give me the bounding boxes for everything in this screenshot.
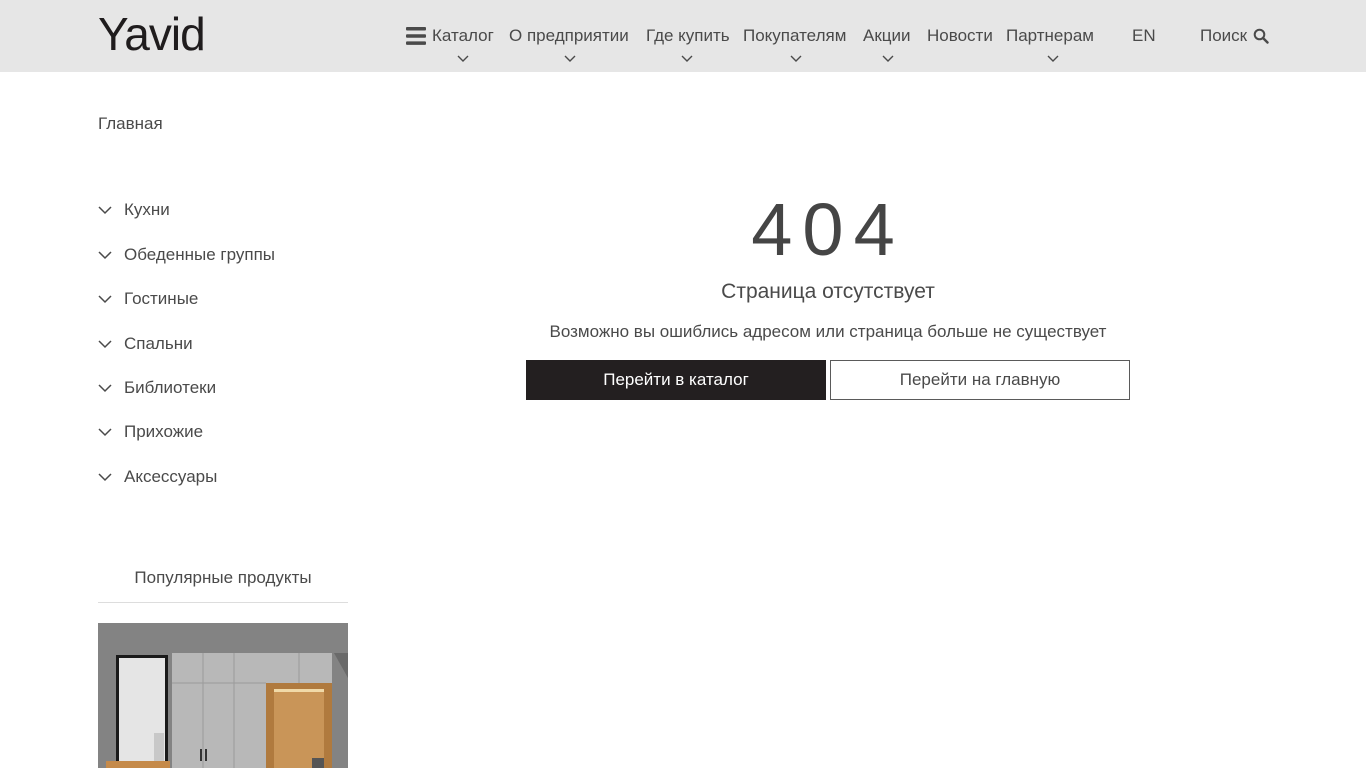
nav-customers[interactable]: Покупателям [743, 24, 846, 48]
error-code: 404 [751, 188, 905, 271]
nav-about[interactable]: О предприятии [509, 24, 629, 48]
chevron-down-icon[interactable] [564, 55, 576, 63]
sidebar-item-label: Гостиные [124, 289, 199, 308]
sidebar-item-label: Библиотеки [124, 378, 217, 397]
nav-news[interactable]: Новости [927, 24, 993, 48]
hallway-furniture-image [98, 623, 348, 768]
sidebar-item-dining-groups[interactable]: Обеденные группы [98, 243, 275, 267]
chevron-down-icon [98, 428, 112, 437]
chevron-down-icon[interactable] [681, 55, 693, 63]
chevron-down-icon[interactable] [1047, 55, 1059, 63]
popular-products-title: Популярные продукты [134, 568, 312, 587]
go-to-home-button[interactable]: Перейти на главную [830, 360, 1130, 400]
search-link[interactable]: Поиск [1200, 24, 1247, 48]
chevron-down-icon [98, 340, 112, 349]
search-icon[interactable] [1253, 28, 1269, 44]
sidebar-item-label: Кухни [124, 200, 170, 219]
breadcrumb-home[interactable]: Главная [98, 114, 163, 134]
sidebar-item-accessories[interactable]: Аксессуары [98, 465, 217, 489]
sidebar-item-libraries[interactable]: Библиотеки [98, 376, 216, 400]
sidebar-item-hallways[interactable]: Прихожие [98, 420, 203, 444]
chevron-down-icon [98, 384, 112, 393]
nav-partners[interactable]: Партнерам [1006, 24, 1094, 48]
sidebar-item-label: Спальни [124, 334, 193, 353]
sidebar-item-bedrooms[interactable]: Спальни [98, 332, 193, 356]
error-title: Страница отсутствует [721, 280, 935, 303]
sidebar-item-label: Прихожие [124, 422, 204, 441]
menu-icon[interactable] [406, 27, 426, 45]
sidebar-item-living-rooms[interactable]: Гостиные [98, 287, 198, 311]
sidebar-item-label: Обеденные группы [124, 245, 275, 264]
chevron-down-icon [98, 295, 112, 304]
sidebar-item-label: Аксессуары [124, 467, 218, 486]
go-to-catalog-button[interactable]: Перейти в каталог [526, 360, 826, 400]
site-header: Yavid Каталог О предприятии Где купить П… [0, 0, 1366, 72]
nav-catalog[interactable]: Каталог [432, 24, 494, 48]
site-logo[interactable]: Yavid [98, 8, 206, 60]
sidebar-item-kitchens[interactable]: Кухни [98, 198, 170, 222]
nav-promotions[interactable]: Акции [863, 24, 911, 48]
language-switch[interactable]: EN [1132, 24, 1156, 48]
product-image[interactable] [98, 623, 348, 768]
chevron-down-icon[interactable] [882, 55, 894, 63]
error-description: Возможно вы ошиблись адресом или страниц… [549, 322, 1107, 341]
chevron-down-icon[interactable] [790, 55, 802, 63]
nav-where-to-buy[interactable]: Где купить [646, 24, 730, 48]
chevron-down-icon [98, 251, 112, 260]
divider [98, 602, 348, 603]
chevron-down-icon [98, 473, 112, 482]
chevron-down-icon [98, 206, 112, 215]
chevron-down-icon[interactable] [457, 55, 469, 63]
